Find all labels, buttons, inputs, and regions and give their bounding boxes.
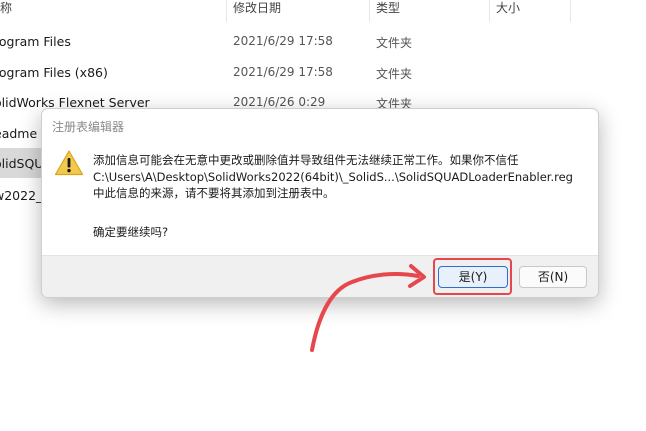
file-date: 2021/6/26 0:29 <box>233 95 326 109</box>
column-header-size[interactable]: 大小 <box>496 0 520 22</box>
message-line: C:\Users\A\Desktop\SolidWorks2022(64bit)… <box>93 169 573 184</box>
message-line: 中此信息的来源，请不要将其添加到注册表中。 <box>93 186 335 200</box>
column-header-type[interactable]: 类型 <box>376 0 400 22</box>
file-date: 2021/6/29 17:58 <box>233 65 333 79</box>
file-name: olidSQU <box>0 156 44 171</box>
column-divider[interactable] <box>570 0 571 22</box>
file-type: 文件夹 <box>376 36 413 50</box>
dialog-message: 添加信息可能会在无意中更改或删除值并导致组件无法继续正常工作。如果你不信任 C:… <box>93 152 593 202</box>
registry-editor-dialog: 注册表编辑器 添加信息可能会在无意中更改或删除值并导致组件无法继续正常工作。如果… <box>41 108 599 298</box>
confirm-question: 确定要继续吗? <box>93 225 169 239</box>
column-header-name[interactable]: 称 <box>0 0 12 22</box>
warning-icon <box>54 149 84 177</box>
file-row[interactable]: rogram Files 2021/6/29 17:58 文件夹 <box>0 26 646 56</box>
column-divider[interactable] <box>226 0 227 22</box>
yes-button-highlight-annotation <box>433 258 512 295</box>
column-header-modified[interactable]: 修改日期 <box>233 0 281 22</box>
file-name: rogram Files (x86) <box>0 65 108 80</box>
column-divider[interactable] <box>369 0 370 22</box>
dialog-title: 注册表编辑器 <box>52 120 125 134</box>
file-name: eadme <box>0 126 38 141</box>
no-button[interactable]: 否(N) <box>519 266 587 288</box>
file-row[interactable]: rogram Files (x86) 2021/6/29 17:58 文件夹 <box>0 57 646 87</box>
message-line: 添加信息可能会在无意中更改或删除值并导致组件无法继续正常工作。如果你不信任 <box>93 153 519 167</box>
file-date: 2021/6/29 17:58 <box>233 34 333 48</box>
file-type: 文件夹 <box>376 67 413 81</box>
file-name: w2022_ <box>0 188 43 203</box>
file-name: rogram Files <box>0 34 71 49</box>
dialog-button-bar: 是(Y) 否(N) <box>42 255 598 297</box>
column-divider[interactable] <box>489 0 490 22</box>
